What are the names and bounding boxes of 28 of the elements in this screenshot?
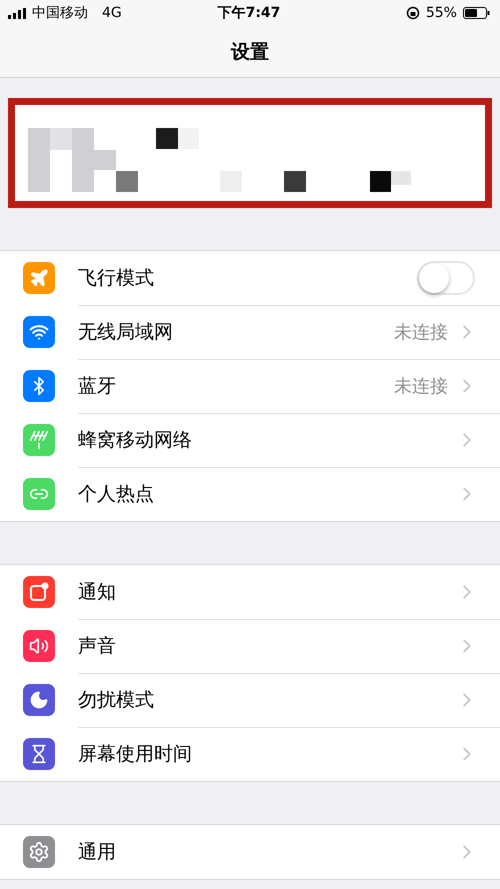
antenna-icon — [29, 430, 49, 450]
gear-icon — [28, 841, 50, 863]
wifi-icon — [29, 322, 49, 342]
speaker-icon — [29, 636, 49, 656]
signal-icon — [8, 8, 26, 18]
page-title: 设置 — [231, 40, 269, 64]
setting-label[interactable]: 通知 — [78, 578, 456, 604]
battery-percent: 55% — [426, 5, 457, 21]
notification-icon — [29, 582, 49, 602]
moon-icon — [29, 690, 49, 710]
setting-label[interactable]: 无线局域网 — [78, 318, 394, 344]
setting-label[interactable]: 声音 — [78, 632, 456, 658]
airplane-icon — [29, 268, 49, 288]
setting-label[interactable]: 勿扰模式 — [78, 686, 456, 712]
setting-label[interactable]: 通用 — [78, 839, 456, 865]
setting-value: 未连接 — [394, 374, 448, 398]
network-type: 4G — [102, 5, 122, 21]
rotation-lock-icon — [406, 6, 420, 20]
setting-label[interactable]: 个人热点 — [78, 481, 456, 507]
setting-label[interactable]: 蓝牙 — [78, 372, 394, 398]
setting-label[interactable]: 蜂窝移动网络 — [78, 426, 456, 452]
carrier-name: 中国移动 — [32, 4, 88, 22]
setting-label[interactable]: 屏幕使用时间 — [78, 741, 456, 767]
setting-value: 未连接 — [394, 320, 448, 344]
toggle-switch[interactable] — [417, 260, 475, 294]
clock: 下午7:47 — [218, 4, 280, 22]
setting-label[interactable]: 飞行模式 — [78, 264, 417, 290]
battery-icon — [462, 7, 490, 19]
